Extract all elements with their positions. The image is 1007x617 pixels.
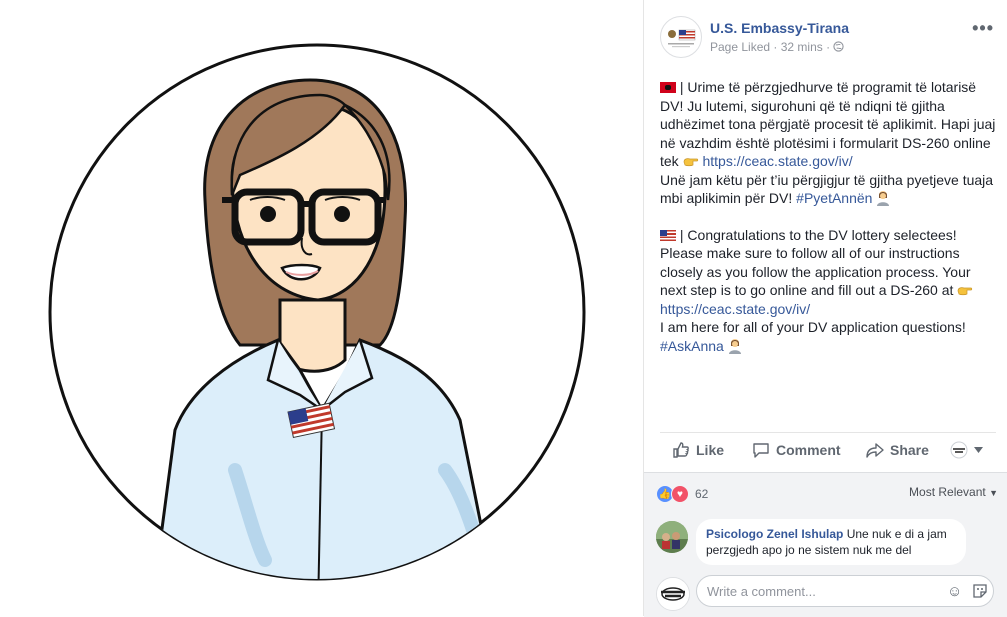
sticker-icon[interactable] — [972, 583, 988, 603]
post-header: U.S. Embassy-Tirana Page Liked · 32 mins… — [660, 16, 1000, 60]
post-as-selector[interactable] — [950, 441, 983, 459]
reaction-count: 62 — [695, 487, 709, 501]
us-flag-icon — [660, 229, 676, 241]
commenter-avatar[interactable] — [656, 521, 688, 553]
anna-illustration — [48, 43, 586, 581]
share-button[interactable]: Share — [866, 441, 929, 459]
commenter-name[interactable]: Psicologo Zenel Ishulap — [706, 527, 843, 541]
page-avatar-small — [950, 441, 968, 459]
comments-section: 👍 ♥ 62 Most Relevant ▼ Psicologo Zenel I… — [644, 472, 1007, 617]
emoji-icon[interactable]: ☺ — [947, 583, 962, 600]
love-reaction-icon: ♥ — [671, 485, 689, 503]
meta-separator: · — [826, 40, 831, 54]
woman-emoji-icon — [728, 338, 741, 354]
comment-label: Comment — [776, 442, 841, 458]
post-actions-bar: Like Comment Share — [660, 432, 996, 471]
meta-separator: · — [773, 40, 778, 54]
comment-button[interactable]: Comment — [752, 441, 841, 459]
english-paragraph: | Congratulations to the DV lottery sele… — [660, 226, 996, 356]
albanian-paragraph: | Urime të përzgjedhurve të programit të… — [660, 78, 996, 208]
post-options-button[interactable]: ••• — [972, 18, 994, 39]
sort-label: Most Relevant — [909, 485, 986, 499]
share-label: Share — [890, 442, 929, 458]
english-line2: I am here for all of your DV application… — [660, 319, 966, 335]
like-icon — [673, 442, 689, 458]
reactions-summary[interactable]: 👍 ♥ 62 — [656, 485, 708, 503]
pointing-hand-icon — [957, 287, 973, 296]
chevron-down-icon: ▼ — [989, 488, 998, 498]
english-text: | Congratulations to the DV lottery sele… — [660, 226, 971, 299]
chevron-down-icon — [974, 447, 983, 453]
post-text: | Urime të përzgjedhurve të programit të… — [660, 78, 996, 355]
page-avatar[interactable] — [660, 16, 702, 58]
comment-bubble: Psicologo Zenel Ishulap Une nuk e di a j… — [696, 519, 966, 565]
like-button[interactable]: Like — [672, 441, 724, 459]
ceac-link-albanian[interactable]: https://ceac.state.gov/iv/ — [702, 153, 852, 169]
post-photo[interactable] — [0, 0, 643, 616]
share-icon — [866, 443, 884, 458]
hashtag-askanna[interactable]: #AskAnna — [660, 338, 724, 354]
post-timestamp[interactable]: 32 mins — [781, 40, 823, 54]
globe-icon — [833, 40, 845, 54]
ceac-link-english[interactable]: https://ceac.state.gov/iv/ — [660, 301, 810, 317]
comment-icon — [753, 443, 769, 458]
post-meta: Page Liked · 32 mins · — [710, 40, 845, 54]
comment-composer: Write a comment... ☺ — [644, 571, 1007, 617]
sort-dropdown[interactable]: Most Relevant ▼ — [909, 485, 998, 499]
albania-flag-icon — [660, 82, 676, 93]
current-user-avatar — [656, 577, 690, 611]
pointing-hand-icon — [683, 158, 698, 167]
woman-emoji-icon — [877, 191, 890, 206]
like-label: Like — [696, 442, 725, 458]
page-name-link[interactable]: U.S. Embassy-Tirana — [710, 20, 849, 36]
page-liked-label: Page Liked — [710, 40, 771, 54]
comment-placeholder: Write a comment... — [707, 584, 816, 599]
hashtag-pyetannen[interactable]: #PyetAnnën — [796, 190, 872, 206]
post-sidebar: U.S. Embassy-Tirana Page Liked · 32 mins… — [643, 0, 1007, 617]
comment-input[interactable]: Write a comment... ☺ — [696, 575, 994, 607]
